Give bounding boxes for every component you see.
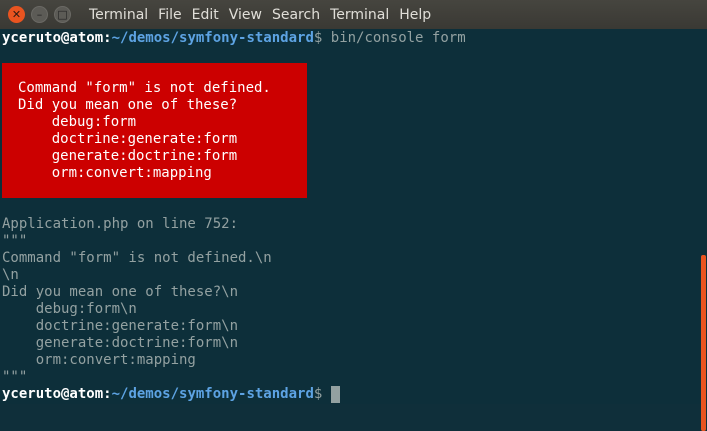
menu-item-help[interactable]: Help [399,7,431,23]
terminal-window: ✕ – □ Terminal File Edit View Search Ter… [0,0,707,431]
error-line: orm:convert:mapping [18,165,212,181]
error-line: doctrine:generate:form [18,131,238,147]
prompt-path: ~/demos/symfony-standard [111,30,314,46]
error-line: Command "form" is not defined. [18,80,271,96]
prompt-path: ~/demos/symfony-standard [111,386,314,402]
text-cursor [330,386,340,403]
output-line: """ [2,233,28,249]
error-box: Command "form" is not defined. Did you m… [2,63,307,198]
output-line: doctrine:generate:form\n [2,318,239,334]
prompt-symbol: $ [313,386,323,402]
output-line: Did you mean one of these?\n [2,284,239,300]
output-line: generate:doctrine:form\n [2,335,239,351]
menu-item-terminal[interactable]: Terminal [330,7,389,23]
scrollbar-thumb[interactable] [701,255,706,431]
prompt-separator: : [103,386,112,402]
menu-item-view[interactable]: View [229,7,262,23]
menu-bar: Terminal File Edit View Search Terminal … [89,7,441,23]
error-line: generate:doctrine:form [18,148,238,164]
menu-item-app[interactable]: Terminal [89,7,148,23]
output-line: \n [2,267,19,283]
menu-item-edit[interactable]: Edit [192,7,219,23]
error-line: debug:form [18,114,137,130]
prompt-symbol: $ [313,30,323,46]
menu-item-file[interactable]: File [158,7,181,23]
prompt-separator: : [103,30,112,46]
minimize-icon[interactable]: – [31,6,48,23]
scrollbar[interactable] [699,29,707,431]
current-prompt-line: yceruto@atom:~/demos/symfony-standard$ [2,386,340,403]
output-line: orm:convert:mapping [2,352,196,368]
command-line: yceruto@atom:~/demos/symfony-standard$ b… [2,30,466,47]
terminal-output[interactable]: yceruto@atom:~/demos/symfony-standard$ b… [0,29,699,404]
error-line: Did you mean one of these? [18,97,238,113]
typed-command: bin/console form [330,30,466,46]
prompt-user: yceruto@atom [2,30,104,46]
output-line: """ [2,369,28,385]
output-line: Application.php on line 752: [2,216,239,232]
title-bar: ✕ – □ Terminal File Edit View Search Ter… [0,0,707,29]
prompt-user: yceruto@atom [2,386,104,402]
menu-item-search[interactable]: Search [272,7,320,23]
maximize-icon[interactable]: □ [54,6,71,23]
output-line: debug:form\n [2,301,137,317]
close-icon[interactable]: ✕ [8,6,25,23]
output-line: Command "form" is not defined.\n [2,250,272,266]
